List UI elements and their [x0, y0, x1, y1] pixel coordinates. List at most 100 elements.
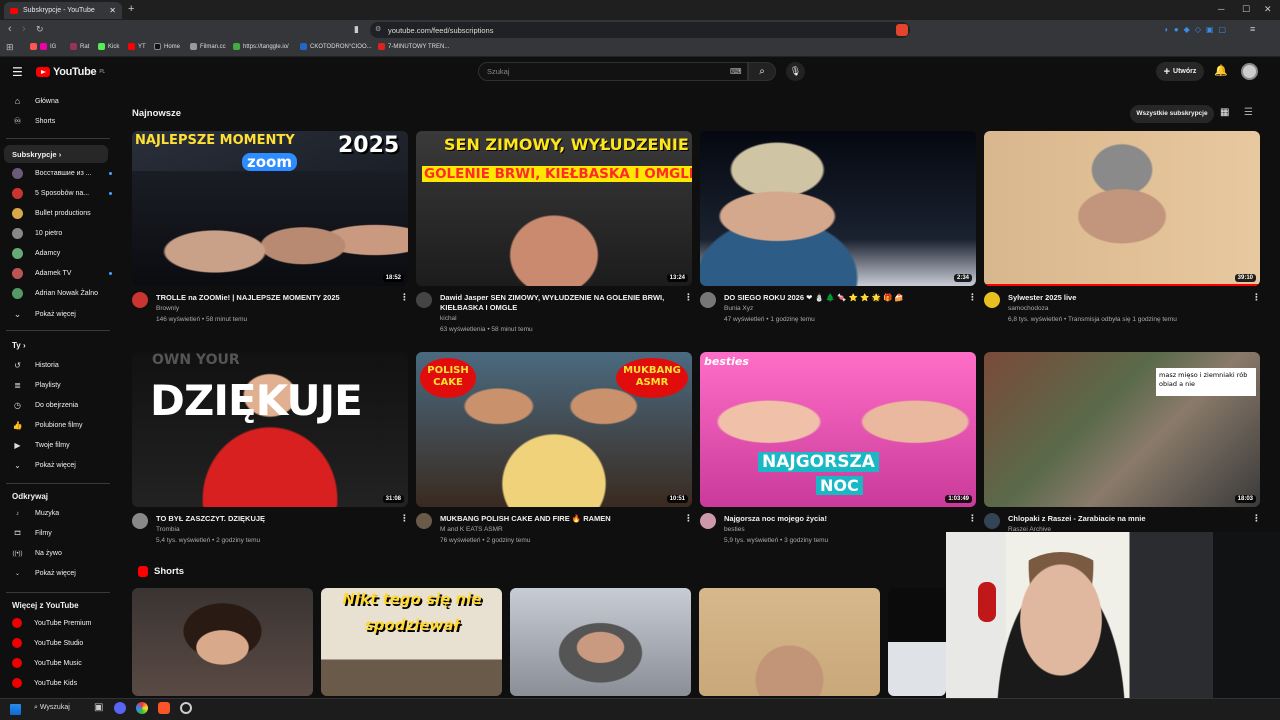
sidebar-subscription-item[interactable]: 5 Sposobów na... — [12, 188, 112, 199]
channel-name[interactable]: Trombia — [156, 524, 392, 535]
sidebar-item-you[interactable]: ⌄ Pokaż więcej — [12, 461, 76, 470]
sidebar-subscription-item[interactable]: Adamcy — [12, 248, 112, 259]
sidebar-item-you[interactable]: ◷ Do obejrzenia — [12, 401, 78, 410]
video-thumbnail[interactable]: masz mięso i ziemniaki rób obiad a nie 1… — [984, 352, 1260, 507]
video-thumbnail[interactable]: SEN ZIMOWY, WYŁUDZENIE NA GOLENIE BRWI, … — [416, 131, 692, 286]
bookmark-item[interactable]: 7-MINUTOWY TREN... — [378, 43, 449, 50]
more-options-icon[interactable]: ⋮ — [968, 292, 977, 303]
sidebar-subscription-item[interactable]: 10 pietro — [12, 228, 112, 239]
voice-search-button[interactable]: 🎙 — [786, 62, 805, 81]
browser-tab[interactable]: Subskrypcje - YouTube ✕ — [4, 2, 122, 19]
windows-start-icon[interactable] — [10, 704, 21, 715]
notifications-bell-icon[interactable]: 🔔 — [1214, 64, 1228, 77]
short-thumbnail[interactable]: Nikt tego się nie spodziewał — [321, 588, 502, 696]
sidebar-item-youtube-app[interactable]: YouTube Studio — [12, 638, 83, 648]
short-thumbnail[interactable] — [510, 588, 691, 696]
channel-name[interactable]: samochodoza — [1008, 303, 1244, 314]
channel-name[interactable]: M and K EATS ASMR — [440, 524, 676, 535]
sidebar-subscription-item[interactable]: Adrian Nowak Żalno — [12, 288, 112, 299]
sidebar-item-explore[interactable]: 🎞 Filmy — [12, 530, 52, 537]
all-subscriptions-button[interactable]: Wszystkie subskrypcje — [1130, 105, 1214, 123]
channel-name[interactable]: Brownly — [156, 303, 392, 314]
video-thumbnail[interactable]: OWN YOUR DZIĘKUJE 31:08 — [132, 352, 408, 507]
sidebar-item-you[interactable]: ▶ Twoje filmy — [12, 441, 69, 450]
sidebar-you-header[interactable]: Ty › — [12, 341, 26, 350]
task-view-icon[interactable]: ▣ — [94, 702, 103, 713]
video-thumbnail[interactable]: besties NAJGORSZA NOC 1:03:49 — [700, 352, 976, 507]
extensions-icon[interactable]: ◗●◆◇▣▢ — [1164, 25, 1231, 34]
video-thumbnail[interactable]: POLISH CAKE MUKBANG ASMR 10:51 — [416, 352, 692, 507]
sidebar-show-more-subs[interactable]: ⌄ Pokaż więcej — [12, 309, 76, 320]
apps-icon[interactable]: ⊞ — [6, 42, 14, 53]
more-options-icon[interactable]: ⋮ — [684, 513, 693, 524]
video-title[interactable]: TO BYŁ ZASZCZYT. DZIĘKUJĘ — [156, 514, 392, 524]
channel-avatar[interactable] — [700, 292, 716, 308]
video-title[interactable]: TROLLE na ZOOMie! | NAJLEPSZE MOMENTY 20… — [156, 293, 392, 303]
brave-shield-icon[interactable] — [896, 24, 908, 36]
window-close-icon[interactable]: ✕ — [1264, 4, 1272, 15]
search-input[interactable]: Szukaj — [478, 62, 748, 81]
sidebar-subscription-item[interactable]: Восставшие из ... — [12, 168, 112, 179]
list-view-icon[interactable]: ☰ — [1244, 107, 1253, 118]
bookmark-item[interactable]: Home — [154, 43, 180, 50]
youtube-logo[interactable]: YouTube PL — [36, 66, 105, 78]
video-title[interactable]: Chlopaki z Raszei - Zarabiacie na mnie — [1008, 514, 1244, 524]
sidebar-item-explore[interactable]: ♪ Muzyka — [12, 510, 59, 517]
new-tab-button[interactable]: + — [128, 3, 134, 15]
site-info-icon[interactable]: ⚙ — [375, 25, 381, 33]
more-options-icon[interactable]: ⋮ — [400, 513, 409, 524]
chrome-icon[interactable] — [136, 702, 148, 714]
sidebar-item-youtube-app[interactable]: YouTube Kids — [12, 678, 77, 688]
bookmark-item[interactable]: Rat — [70, 43, 89, 50]
reload-icon[interactable]: ↻ — [36, 24, 44, 35]
video-thumbnail[interactable]: 39:10 — [984, 131, 1260, 286]
bookmark-icon[interactable]: ▮ — [354, 24, 359, 35]
bookmark-item[interactable]: Filman.cc — [190, 43, 226, 50]
short-thumbnail[interactable] — [888, 588, 946, 696]
grid-view-icon[interactable]: ▦ — [1220, 107, 1229, 118]
maximize-icon[interactable]: ☐ — [1242, 4, 1250, 15]
sidebar-item-home[interactable]: ⌂ Główna — [12, 96, 59, 106]
video-thumbnail[interactable]: NAJLEPSZE MOMENTY 2025 zoom 18:52 — [132, 131, 408, 286]
channel-name[interactable]: besties — [724, 524, 960, 535]
channel-avatar[interactable] — [700, 513, 716, 529]
channel-avatar[interactable] — [132, 292, 148, 308]
video-title[interactable]: Najgorsza noc mojego życia! — [724, 514, 960, 524]
close-tab-icon[interactable]: ✕ — [109, 6, 116, 15]
video-thumbnail[interactable]: 2:34 — [700, 131, 976, 286]
sidebar-subscription-item[interactable]: Adamek TV — [12, 268, 112, 279]
channel-avatar[interactable] — [984, 513, 1000, 529]
short-thumbnail[interactable] — [699, 588, 880, 696]
discord-icon[interactable] — [114, 702, 126, 714]
more-options-icon[interactable]: ⋮ — [1252, 292, 1261, 303]
create-button[interactable]: + Utwórz — [1156, 62, 1204, 81]
bookmark-item[interactable]: IG — [30, 43, 56, 50]
channel-name[interactable]: Raszei Archive — [1008, 524, 1244, 535]
more-options-icon[interactable]: ⋮ — [968, 513, 977, 524]
channel-avatar[interactable] — [416, 513, 432, 529]
channel-avatar[interactable] — [984, 292, 1000, 308]
video-title[interactable]: DO SIEGO ROKU 2026 ❤ ⛄ 🌲 🍬 ⭐ ⭐ 🌟 🎁 🍰 — [724, 293, 960, 303]
search-button[interactable]: ⌕ — [748, 62, 776, 81]
sidebar-subscription-item[interactable]: Bullet productions — [12, 208, 112, 219]
short-thumbnail[interactable] — [132, 588, 313, 696]
sidebar-item-youtube-app[interactable]: YouTube Music — [12, 658, 82, 668]
brave-icon[interactable] — [158, 702, 170, 714]
sidebar-item-youtube-app[interactable]: YouTube Premium — [12, 618, 91, 628]
taskbar-search[interactable]: ⌕ Wyszukaj — [34, 704, 70, 712]
channel-avatar[interactable] — [416, 292, 432, 308]
video-title[interactable]: Sylwester 2025 live — [1008, 293, 1244, 303]
video-title[interactable]: MUKBANG POLISH CAKE AND FIRE 🔥 RAMEN — [440, 514, 676, 524]
sidebar-item-shorts[interactable]: ♾ Shorts — [12, 116, 55, 127]
channel-name[interactable]: kichal — [440, 313, 676, 324]
bookmark-item[interactable]: Kick — [98, 43, 119, 50]
keyboard-icon[interactable]: ⌨ — [730, 67, 742, 76]
hamburger-menu-icon[interactable]: ☰ — [12, 65, 23, 79]
bookmark-item[interactable]: https://tanggle.io/ — [233, 43, 289, 50]
sidebar-subscriptions-header[interactable]: Subskrypcje › — [12, 150, 61, 159]
minimize-icon[interactable]: ─ — [1218, 4, 1224, 14]
more-options-icon[interactable]: ⋮ — [400, 292, 409, 303]
more-options-icon[interactable]: ⋮ — [684, 292, 693, 303]
video-title[interactable]: Dawid Jasper SEN ZIMOWY, WYŁUDZENIE NA G… — [440, 293, 676, 313]
forward-icon[interactable]: › — [22, 23, 26, 35]
